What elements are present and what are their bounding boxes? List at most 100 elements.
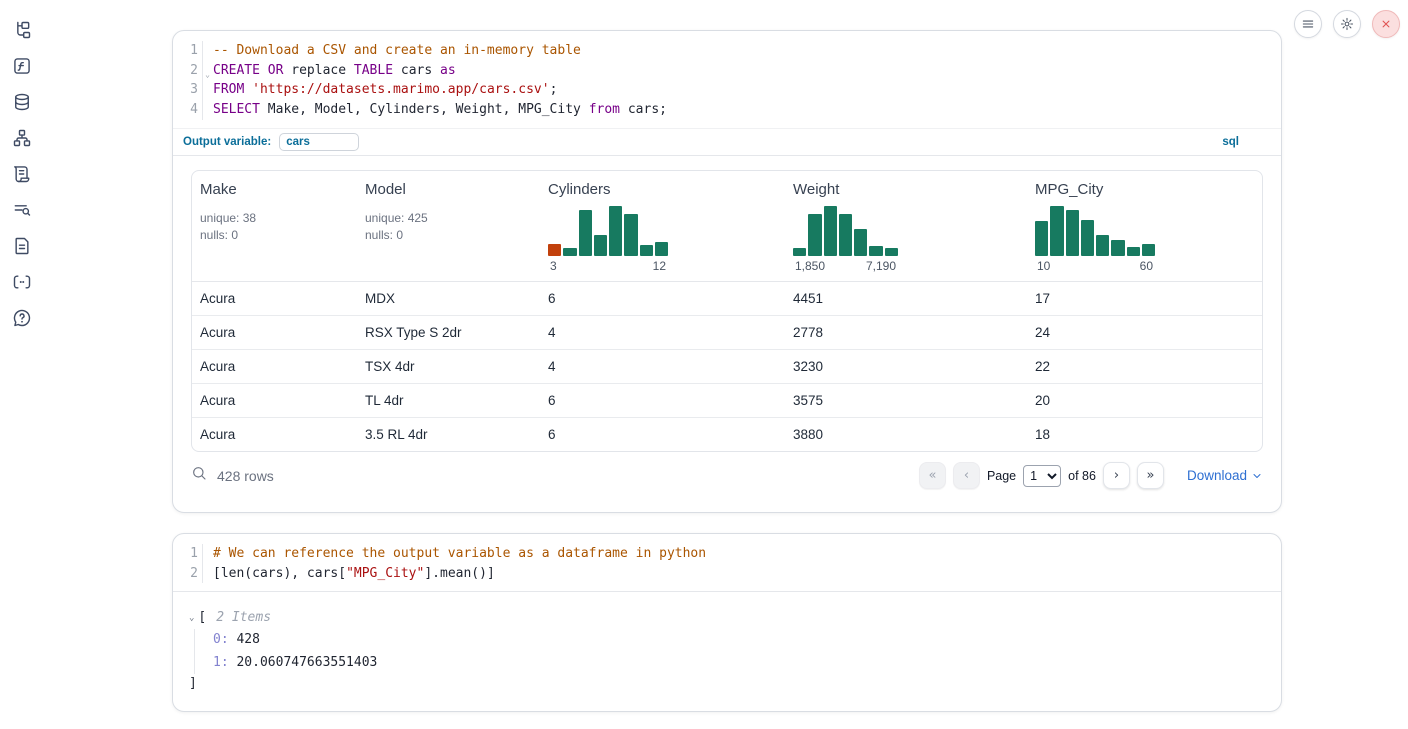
histogram-bar[interactable]	[1096, 235, 1109, 256]
code-line[interactable]: 1# We can reference the output variable …	[173, 544, 1281, 564]
shutdown-close-button[interactable]	[1372, 10, 1400, 38]
code-text: -- Download a CSV and create an in-memor…	[203, 41, 581, 61]
histogram-bar[interactable]	[1142, 244, 1155, 256]
table-row[interactable]: AcuraTSX 4dr4323022	[192, 349, 1262, 383]
table-row[interactable]: AcuraMDX6445117	[192, 282, 1262, 315]
page-total-label: of 86	[1068, 469, 1096, 483]
code-text: # We can reference the output variable a…	[203, 544, 706, 564]
python-cell: 1# We can reference the output variable …	[172, 533, 1282, 712]
left-sidebar	[0, 0, 44, 729]
table-row[interactable]: AcuraRSX Type S 2dr4277824	[192, 315, 1262, 349]
table-row[interactable]: AcuraTL 4dr6357520	[192, 383, 1262, 417]
histogram-bar[interactable]	[579, 210, 592, 256]
histogram-bar[interactable]	[624, 214, 637, 256]
table-cell: 3230	[785, 350, 1027, 383]
file-explorer-icon[interactable]	[12, 20, 32, 40]
histogram-bar[interactable]	[563, 248, 576, 256]
table-cell: 2778	[785, 316, 1027, 349]
language-badge: sql	[1222, 136, 1239, 148]
code-line[interactable]: 3FROM 'https://datasets.marimo.app/cars.…	[173, 80, 1281, 100]
histogram-axis: 312	[548, 259, 668, 273]
histogram-bar[interactable]	[655, 242, 668, 256]
prev-page-button[interactable]: ‹	[953, 462, 980, 489]
download-button[interactable]: Download	[1187, 468, 1263, 483]
code-line[interactable]: 4SELECT Make, Model, Cylinders, Weight, …	[173, 100, 1281, 120]
help-icon[interactable]	[12, 308, 32, 328]
items-count-label: 2 Items	[216, 610, 271, 625]
table-row[interactable]: Acura3.5 RL 4dr6388018	[192, 417, 1262, 451]
snippets-icon[interactable]	[12, 272, 32, 292]
column-name: Cylinders	[548, 181, 777, 198]
histogram-bar[interactable]	[839, 214, 852, 256]
histogram-bar[interactable]	[1066, 210, 1079, 256]
histogram-axis: 1,8507,190	[793, 259, 898, 273]
column-header[interactable]: Cylinders 312	[540, 171, 785, 281]
column-header[interactable]: Make unique: 38nulls: 0	[192, 171, 357, 281]
sql-code-editor[interactable]: 1-- Download a CSV and create an in-memo…	[173, 31, 1281, 128]
scratchpad-search-icon[interactable]	[12, 200, 32, 220]
page-select[interactable]: 1	[1023, 465, 1061, 487]
histogram-bar[interactable]	[1081, 220, 1094, 256]
dependency-graph-icon[interactable]	[12, 128, 32, 148]
table-cell: TL 4dr	[357, 384, 540, 417]
histogram-bar[interactable]	[869, 246, 882, 256]
next-page-button[interactable]: ›	[1103, 462, 1130, 489]
first-page-button[interactable]: «	[919, 462, 946, 489]
histogram-bar[interactable]	[609, 206, 622, 256]
column-name: Make	[200, 181, 349, 198]
histogram-bar[interactable]	[1111, 240, 1124, 256]
list-item: 1: 20.060747663551403	[213, 652, 1261, 675]
menu-button[interactable]	[1294, 10, 1322, 38]
table-cell: 3575	[785, 384, 1027, 417]
table-cell: RSX Type S 2dr	[357, 316, 540, 349]
code-line[interactable]: 1-- Download a CSV and create an in-memo…	[173, 41, 1281, 61]
histogram-axis: 1060	[1035, 259, 1155, 273]
table-cell: 4	[540, 350, 785, 383]
histogram-bar[interactable]	[793, 248, 806, 256]
table-header: Make unique: 38nulls: 0Modelunique: 425nu…	[192, 171, 1262, 282]
code-line[interactable]: 2[len(cars), cars["MPG_City"].mean()]	[173, 564, 1281, 584]
histogram-bar[interactable]	[1127, 247, 1140, 256]
table-cell: 4	[540, 316, 785, 349]
rows-count: 428 rows	[217, 468, 274, 484]
table-cell: 6	[540, 384, 785, 417]
last-page-button[interactable]: »	[1137, 462, 1164, 489]
table-cell: Acura	[192, 384, 357, 417]
column-name: MPG_City	[1035, 181, 1254, 198]
code-text: SELECT Make, Model, Cylinders, Weight, M…	[203, 100, 667, 120]
histogram-bar[interactable]	[1035, 221, 1048, 256]
code-text: [len(cars), cars["MPG_City"].mean()]	[203, 564, 495, 584]
logs-icon[interactable]	[12, 164, 32, 184]
histogram-bar[interactable]	[594, 235, 607, 256]
documentation-icon[interactable]	[12, 236, 32, 256]
column-histogram: 312	[548, 206, 668, 273]
datasources-icon[interactable]	[12, 92, 32, 112]
histogram-bar[interactable]	[808, 214, 821, 256]
list-items: 0: 4281: 20.060747663551403	[194, 629, 1261, 674]
collapse-arrow-icon[interactable]: ⌄	[189, 613, 194, 623]
column-header[interactable]: MPG_City 1060	[1027, 171, 1262, 281]
column-header[interactable]: Weight1,8507,190	[785, 171, 1027, 281]
histogram-bar[interactable]	[640, 245, 653, 256]
settings-gear-button[interactable]	[1333, 10, 1361, 38]
histogram-bar[interactable]	[1050, 206, 1063, 256]
chevron-down-icon	[1251, 470, 1263, 482]
line-number: 2⌄	[173, 61, 203, 81]
download-label: Download	[1187, 468, 1247, 483]
search-icon[interactable]	[191, 465, 207, 486]
variables-icon[interactable]	[12, 56, 32, 76]
histogram-bar[interactable]	[885, 248, 898, 256]
fold-chevron-icon[interactable]: ⌄	[205, 65, 210, 85]
output-variable-input[interactable]	[279, 133, 359, 151]
code-text: CREATE OR replace TABLE cars as	[203, 61, 456, 81]
code-line[interactable]: 2⌄CREATE OR replace TABLE cars as	[173, 61, 1281, 81]
histogram-bar[interactable]	[548, 244, 561, 256]
histogram-bar[interactable]	[854, 229, 867, 256]
table-cell: 6	[540, 282, 785, 315]
column-stats: unique: 425nulls: 0	[365, 210, 532, 244]
python-code-editor[interactable]: 1# We can reference the output variable …	[173, 534, 1281, 591]
notebook-actions	[1294, 10, 1400, 38]
column-stats: unique: 38nulls: 0	[200, 210, 349, 244]
column-header[interactable]: Modelunique: 425nulls: 0	[357, 171, 540, 281]
histogram-bar[interactable]	[824, 206, 837, 256]
